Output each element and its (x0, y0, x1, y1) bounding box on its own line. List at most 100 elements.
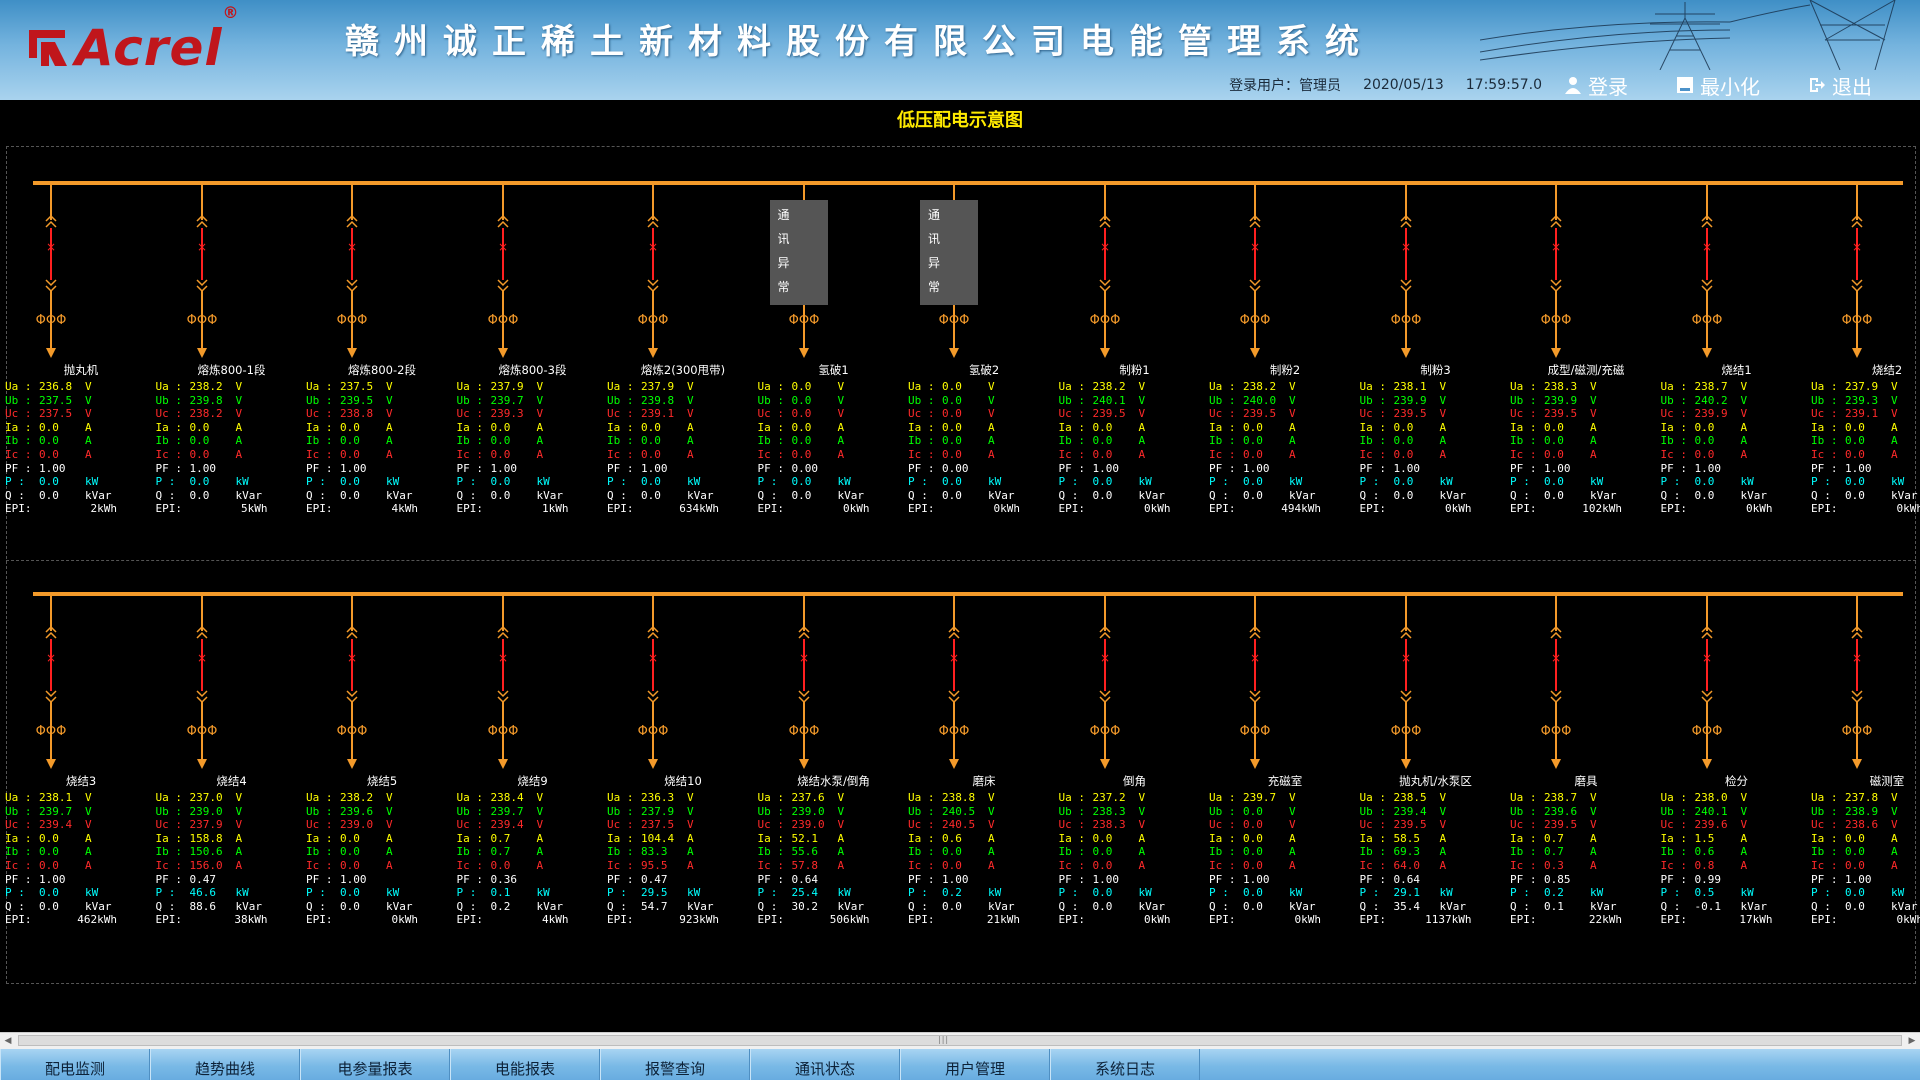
reading-uc: Uc : 239.3 V (457, 407, 607, 421)
feeder-name: 制粉3 (1420, 363, 1451, 377)
reading-label: Ia : (607, 420, 634, 434)
feeder-2-7[interactable]: × ΦΦΦ 磨床 Ua :238.8 V Ub :240.5 V Uc :240.5 V Ia :… (908, 595, 1059, 935)
reading-p: P : 0.5 kW (1661, 886, 1811, 900)
svg-text:×: × (648, 240, 658, 254)
feeder-2-2[interactable]: × ΦΦΦ 烧结4 Ua :237.0 V Ub :239.0 V Uc :237.9 V Ia … (155, 595, 307, 935)
feeder-name: 倒角 (1123, 774, 1146, 788)
feeder-2-12[interactable]: × ΦΦΦ 检分 Ua :238.0 V Ub :240.1 V Uc :239.6 V Ia :… (1661, 595, 1812, 935)
tab-6[interactable]: 通讯状态 (750, 1049, 900, 1080)
reading-unit: V (837, 804, 845, 818)
feeder-1-4[interactable]: × ΦΦΦ 熔炼800-3段 Ua : 237.9 V Ub : 239.7 V Uc : 239.… (457, 184, 608, 524)
reading-q: Q : 30.2 kVar (758, 900, 908, 914)
reading-epi: EPI: 923kWh (607, 913, 757, 927)
feeder-single-line-icon: × ΦΦΦ (1691, 184, 1722, 358)
feeder-2-4[interactable]: × ΦΦΦ 烧结9 Ua :238.4 V Ub :239.7 V Uc :239.4 V Ia … (457, 595, 608, 935)
horizontal-scrollbar[interactable]: ◀ ||| ▶ (0, 1032, 1920, 1049)
feeder-1-5[interactable]: × ΦΦΦ 熔炼2(300甩带) Ua : 237.9 V Ub : 239.8 V Uc : 23… (607, 184, 758, 524)
reading-unit: V (536, 804, 544, 818)
reading-ic: Ic : 0.0 A (758, 448, 908, 462)
tab-7[interactable]: 用户管理 (900, 1049, 1050, 1080)
feeder-2-13[interactable]: × ΦΦΦ 磁测室 Ua :237.8 V Ub :238.9 V Uc :238.6 V Ia … (1811, 595, 1920, 935)
minimize-button[interactable]: 最小化 (1676, 71, 1760, 100)
reading-label: Uc : (1058, 407, 1086, 421)
exit-button[interactable]: 退出 (1808, 71, 1872, 100)
reading-value: 1.00 (340, 872, 367, 886)
scroll-left-icon[interactable]: ◀ (0, 1033, 16, 1049)
feeder-1-8[interactable]: × ΦΦΦ 制粉1 Ua :238.2 V Ub :240.1 V Uc :239.5 V Ia … (1058, 184, 1210, 524)
reading-unit: A (1289, 434, 1296, 448)
reading-value: 1.00 (490, 461, 518, 475)
feeder-2-10[interactable]: × ΦΦΦ 抛丸机/水泵区 Ua : 238.5 V Ub : 239.4 V Uc : 239.5… (1360, 595, 1511, 935)
reading-value: 239.5 (1393, 407, 1427, 421)
reading-label: Ic : (1510, 858, 1537, 872)
reading-label: Q : (5, 488, 25, 502)
reading-unit: V (1740, 804, 1748, 818)
feeder-1-3[interactable]: × ΦΦΦ 熔炼800-2段 Ua : 237.5 V Ub : 239.5 V Uc : 238.… (306, 184, 457, 524)
reading-label: Ib : (155, 845, 183, 859)
reading-value: 0kWh (993, 502, 1021, 516)
reading-value: 0.0 (1845, 475, 1865, 489)
reading-label: PF : (757, 872, 785, 886)
reading-label: Ub : (1209, 393, 1236, 407)
feeder-1-2[interactable]: × ΦΦΦ 熔炼800-1段 Ua : 238.2 V Ub : 239.8 V Uc : 238.… (156, 184, 307, 524)
reading-label: Ub : (1510, 393, 1537, 407)
tab-5[interactable]: 报警查询 (600, 1049, 750, 1080)
reading-unit: A (837, 420, 845, 434)
reading-label: Ua : (908, 380, 935, 393)
reading-value: 0.0 (942, 488, 962, 502)
feeder-2-5[interactable]: × ΦΦΦ 烧结10 Ua :236.3 V Ub :237.9 V Uc :237.5 V Ia… (607, 595, 758, 935)
reading-label: Ic : (1510, 447, 1537, 461)
reading-value: 239.9 (1544, 393, 1578, 407)
reading-ua: Ua : 236.3 V (607, 791, 757, 805)
feeder-1-13[interactable]: × ΦΦΦ 烧结2 Ua :237.9 V Ub :239.3 V Uc :239.1 V Ia … (1811, 184, 1920, 524)
reading-ia: Ia : 0.0 A (306, 421, 456, 435)
feeder-2-11[interactable]: × ΦΦΦ 磨具 Ua :238.7 V Ub :239.6 V Uc :239.5 V Ia :… (1510, 595, 1661, 935)
feeder-1-12[interactable]: × ΦΦΦ 烧结1 Ua :238.7 V Ub :240.2 V Uc :239.9 V Ia … (1661, 184, 1812, 524)
reading-ub: Ub : 0.0 V (758, 394, 908, 408)
reading-ib: Ib : 83.3 A (607, 845, 757, 859)
reading-value: 0.00 (791, 461, 819, 475)
login-button[interactable]: 登录 (1564, 71, 1628, 100)
reading-unit: V (1439, 393, 1447, 407)
reading-value: 239.7 (490, 393, 524, 407)
reading-epi: EPI: 17kWh (1661, 913, 1811, 927)
tab-4[interactable]: 电能报表 (450, 1049, 600, 1080)
reading-p: P : 0.0 kW (306, 475, 456, 489)
reading-label: P : (306, 475, 326, 489)
scroll-right-icon[interactable]: ▶ (1904, 1033, 1920, 1049)
svg-text:×: × (46, 651, 56, 665)
reading-p: P : 46.6 kW (156, 886, 306, 900)
reading-label: Ic : (456, 858, 484, 872)
reading-label: Q : (1209, 899, 1229, 913)
svg-text:×: × (46, 240, 56, 254)
reading-ia: Ia : 0.0 A (5, 421, 155, 435)
reading-uc: Uc : 239.6 V (1661, 818, 1811, 832)
reading-label: P : (607, 886, 627, 900)
reading-ic: Ic : 0.0 A (457, 859, 607, 873)
feeder-1-9[interactable]: × ΦΦΦ 制粉2 Ua :238.2 V Ub :240.0 V Uc :239.5 V Ia … (1209, 184, 1360, 524)
tab-8[interactable]: 系统日志 (1050, 1049, 1200, 1080)
scroll-thumb[interactable] (18, 1035, 1902, 1046)
feeder-2-8[interactable]: × ΦΦΦ 倒角 Ua :237.2 V Ub :238.3 V Uc :238.3 V Ia :… (1058, 595, 1210, 935)
reading-unit: V (536, 791, 544, 804)
reading-value: 0kWh (1896, 913, 1920, 927)
reading-p: P : 29.1 kW (1360, 886, 1510, 900)
reading-value: 1.00 (1243, 872, 1270, 886)
tab-3[interactable]: 电参量报表 (300, 1049, 450, 1080)
reading-value: 237.9 (189, 818, 223, 832)
feeder-2-6[interactable]: × ΦΦΦ 烧结水泵/倒角 Ua : 237.6 V Ub : 239.0 V Uc : 239.0… (757, 595, 909, 935)
feeder-2-1[interactable]: × ΦΦΦ 烧结3 Ua :238.1 V Ub :239.7 V Uc :239.4 V Ia … (5, 595, 156, 935)
tab-1[interactable]: 配电监测 (0, 1049, 150, 1080)
reading-epi: EPI: 0kWh (1661, 502, 1811, 516)
reading-label: PF : (1058, 872, 1086, 886)
feeder-2-9[interactable]: × ΦΦΦ 充磁室 Ua : 239.7 V Ub : 0.0 V Uc : 0.0 V Ia : 0.0… (1209, 595, 1360, 935)
feeder-1-1[interactable]: × ΦΦΦ 抛丸机 Ua :236.8 V Ub :237.5 V Uc :237.5 V Ia … (5, 184, 156, 524)
reading-unit: A (988, 420, 995, 434)
feeder-2-3[interactable]: × ΦΦΦ 烧结5 Ua :238.2 V Ub :239.6 V Uc :239.0 V Ia … (306, 595, 457, 935)
feeder-1-11[interactable]: × ΦΦΦ 成型/磁测/充磁 Ua : 238.3 V Ub : 239.9 V Uc : 239.… (1510, 184, 1661, 524)
reading-value: 239.0 (189, 804, 223, 818)
feeder-1-7[interactable]: ×ΦΦΦ通讯异常氢破2Ua :0.0VUb :0.0VUc :0.0VIa :0… (908, 184, 1059, 524)
feeder-1-6[interactable]: ×ΦΦΦ通讯异常氢破1Ua :0.0VUb :0.0VUc :0.0VIa :0… (758, 184, 909, 524)
tab-2[interactable]: 趋势曲线 (150, 1049, 300, 1080)
feeder-1-10[interactable]: × ΦΦΦ 制粉3 Ua :238.1 V Ub :239.9 V Uc :239.5 V Ia … (1360, 184, 1511, 524)
